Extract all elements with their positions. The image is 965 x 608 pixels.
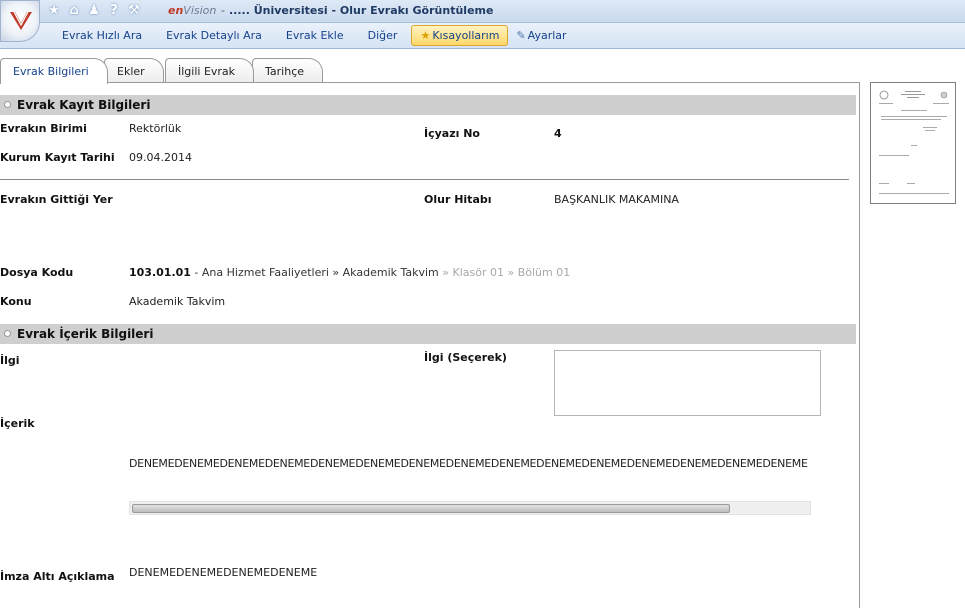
app-menu-button[interactable] <box>0 0 40 42</box>
value-konu: Akademik Takvim <box>129 295 226 308</box>
menu-evrak-hizli-ara[interactable]: Evrak Hızlı Ara <box>50 25 154 46</box>
value-dosya-kodu[interactable]: 103.01.01 - Ana Hizmet Faaliyetleri » Ak… <box>129 266 570 279</box>
label-imza-alti-aciklama: İmza Altı Açıklama <box>0 570 115 583</box>
star-icon[interactable]: ★ <box>46 3 62 19</box>
label-evrak-birimi: Evrakın Birimi <box>0 122 87 135</box>
dosya-path: - Ana Hizmet Faaliyetleri » Akademik Tak… <box>190 266 439 279</box>
label-kurum-kayit-tarihi: Kurum Kayıt Tarihi <box>0 151 115 164</box>
label-dosya-kodu: Dosya Kodu <box>0 266 74 279</box>
label-icerik: İçerik <box>0 417 35 430</box>
divider <box>0 179 849 180</box>
document-seal-icon <box>879 90 949 194</box>
shortcut-star-icon: ★ <box>420 29 431 42</box>
section-kayit-bilgileri[interactable]: Evrak Kayıt Bilgileri <box>0 95 856 115</box>
label-evrak-gittigi-yer: Evrakın Gittiği Yer <box>0 193 113 206</box>
section-icerik-bilgileri[interactable]: Evrak İçerik Bilgileri <box>0 324 856 344</box>
menu-kisayollarim[interactable]: ★ Kısayollarım <box>411 25 509 46</box>
app-window: ★ ⌂ ♟ ? ⚒ enenVisionVision -..... Üniver… <box>0 0 965 608</box>
tools-icon[interactable]: ⚒ <box>126 3 142 19</box>
tab-evrak-bilgileri[interactable]: Evrak Bilgileri <box>0 58 108 84</box>
label-olur-hitabi: Olur Hitabı <box>424 193 492 206</box>
menu-evrak-detayli-ara[interactable]: Evrak Detaylı Ara <box>154 25 274 46</box>
scrollbar-thumb[interactable] <box>132 504 730 513</box>
home-icon[interactable]: ⌂ <box>66 3 82 19</box>
tab-ilgili-evrak[interactable]: İlgili Evrak <box>165 58 255 83</box>
tab-strip: Tarihçe İlgili Evrak Ekler Evrak Bilgile… <box>0 57 965 84</box>
value-icerik: DENEMEDENEMEDENEMEDENEMEDENEMEDENEMEDENE… <box>129 457 808 470</box>
value-imza-alti-aciklama: DENEMEDENEMEDENEMEDENEME <box>129 566 318 579</box>
label-konu: Konu <box>0 295 32 308</box>
logo-icon <box>10 11 32 30</box>
menu-ayarlar[interactable]: ✎ Ayarlar <box>512 25 578 46</box>
menu-diger[interactable]: Diğer <box>356 25 410 46</box>
brand-logo: enenVisionVision <box>168 4 217 17</box>
quick-access-toolbar: ★ ⌂ ♟ ? ⚒ <box>46 3 142 19</box>
menu-bar: Evrak Hızlı Ara Evrak Detaylı Ara Evrak … <box>0 23 965 49</box>
section-bullet-icon <box>4 330 11 337</box>
dosya-path-faded: » Klasör 01 » Bölüm 01 <box>438 266 571 279</box>
value-olur-hitabi: BAŞKANLIK MAKAMINA <box>554 193 679 206</box>
icerik-horizontal-scrollbar[interactable] <box>129 501 811 515</box>
document-preview-thumbnail[interactable] <box>870 82 956 204</box>
title-bar: ★ ⌂ ♟ ? ⚒ enenVisionVision -..... Üniver… <box>0 0 965 23</box>
help-icon[interactable]: ? <box>106 3 122 19</box>
value-kurum-kayit-tarihi: 09.04.2014 <box>129 151 192 164</box>
ilgi-secerek-list[interactable] <box>554 350 821 416</box>
tab-ekler[interactable]: Ekler <box>104 58 164 83</box>
label-ilgi: İlgi <box>0 354 20 367</box>
label-ilgi-secerek: İlgi (Seçerek) <box>424 351 507 364</box>
tab-tarihce[interactable]: Tarihçe <box>252 58 324 83</box>
section-bullet-icon <box>4 101 11 108</box>
menu-evrak-ekle[interactable]: Evrak Ekle <box>274 25 356 46</box>
value-icyazi-no: 4 <box>554 127 562 140</box>
dosya-code: 103.01.01 <box>129 266 191 279</box>
window-title: -..... Üniversitesi - Olur Evrakı Görünt… <box>221 4 494 17</box>
user-icon[interactable]: ♟ <box>86 3 102 19</box>
value-evrak-birimi: Rektörlük <box>129 122 182 135</box>
settings-icon: ✎ <box>516 29 526 42</box>
label-icyazi-no: İçyazı No <box>424 127 480 140</box>
